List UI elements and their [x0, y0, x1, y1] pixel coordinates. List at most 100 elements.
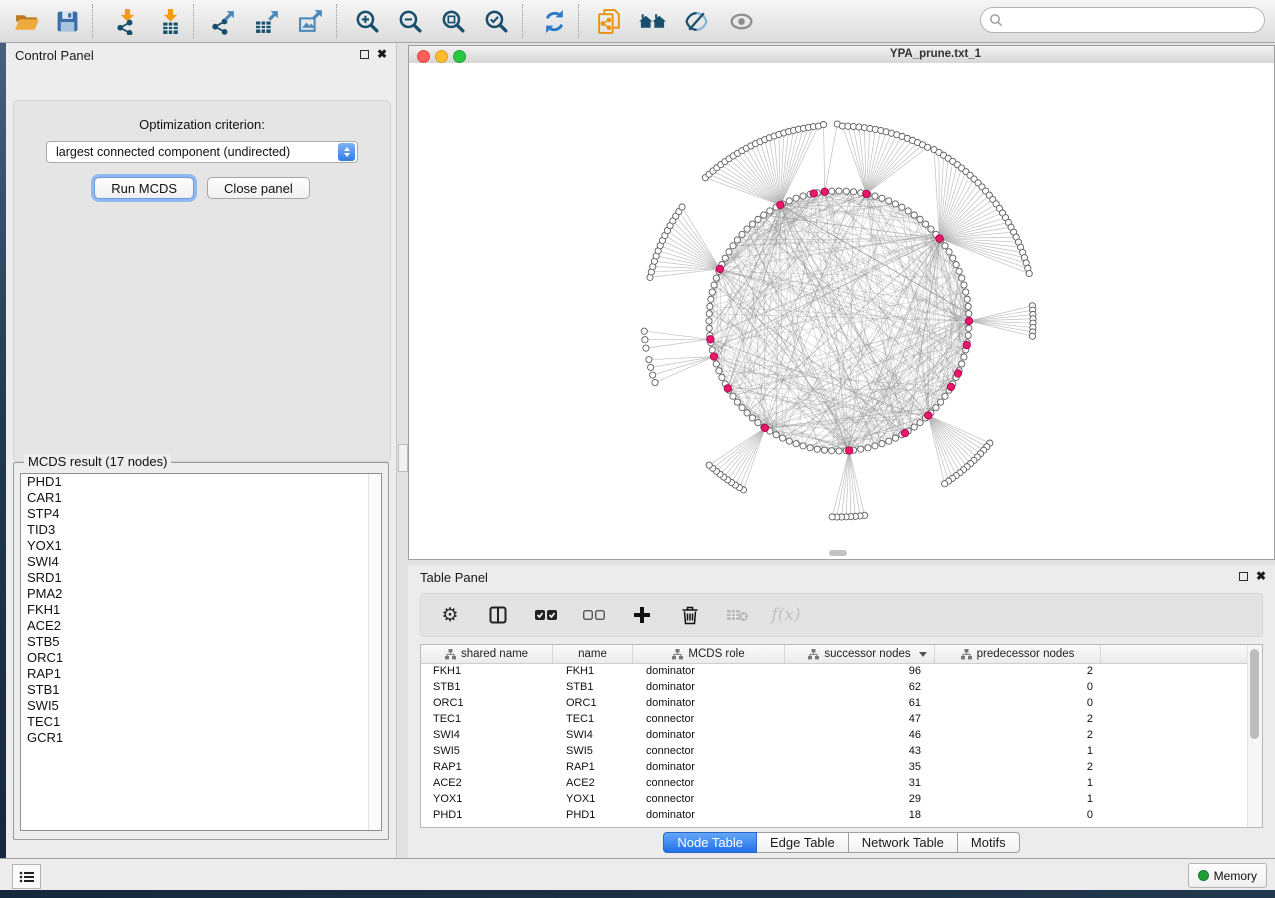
network-leaf-node[interactable] [1026, 270, 1032, 276]
network-node[interactable] [807, 445, 813, 451]
mcds-result-item[interactable]: TID3 [21, 522, 381, 538]
eye-icon[interactable] [726, 6, 756, 36]
network-node[interactable] [708, 296, 714, 302]
network-node[interactable] [879, 441, 885, 447]
mcds-node[interactable] [936, 235, 943, 242]
network-node[interactable] [942, 393, 948, 399]
column-layout-icon[interactable] [485, 602, 511, 628]
network-node[interactable] [843, 188, 849, 194]
table-row[interactable]: PHD1PHD1dominator180 [421, 807, 1248, 823]
optimization-dropdown[interactable]: largest connected component (undirected) [46, 141, 358, 163]
network-leaf-node[interactable] [642, 337, 648, 343]
mcds-result-item[interactable]: GCR1 [21, 730, 381, 746]
network-node[interactable] [956, 268, 962, 274]
mcds-node[interactable] [963, 341, 970, 348]
network-node[interactable] [706, 311, 712, 317]
network-node[interactable] [726, 249, 732, 255]
close-traffic-light[interactable] [417, 50, 430, 63]
float-icon[interactable] [1239, 572, 1248, 581]
network-node[interactable] [917, 420, 923, 426]
network-node[interactable] [923, 221, 929, 227]
mcds-node[interactable] [716, 265, 723, 272]
table-row[interactable]: TEC1TEC1connector472 [421, 711, 1248, 727]
network-node[interactable] [716, 368, 722, 374]
table-scrollbar[interactable] [1247, 645, 1262, 827]
network-node[interactable] [734, 399, 740, 405]
network-node[interactable] [886, 198, 892, 204]
save-icon[interactable] [52, 6, 82, 36]
mcds-result-item[interactable]: PHD1 [21, 474, 381, 490]
table-row[interactable]: STB1STB1dominator620 [421, 679, 1248, 695]
network-node[interactable] [911, 424, 917, 430]
network-node[interactable] [963, 289, 969, 295]
network-node[interactable] [946, 249, 952, 255]
tab-network-table[interactable]: Network Table [849, 832, 958, 853]
network-node[interactable] [744, 410, 750, 416]
network-node[interactable] [706, 325, 712, 331]
network-leaf-node[interactable] [1029, 333, 1035, 339]
mcds-result-item[interactable]: CAR1 [21, 490, 381, 506]
mcds-node[interactable] [954, 370, 961, 377]
network-node[interactable] [942, 243, 948, 249]
table-row[interactable]: FKH1FKH1dominator962 [421, 663, 1248, 679]
network-node[interactable] [928, 226, 934, 232]
network-leaf-node[interactable] [648, 364, 654, 370]
network-node[interactable] [800, 193, 806, 199]
network-leaf-node[interactable] [829, 514, 835, 520]
network-node[interactable] [709, 347, 715, 353]
mcds-result-item[interactable]: ORC1 [21, 650, 381, 666]
mcds-result-item[interactable]: TEC1 [21, 714, 381, 730]
panel-selector-button[interactable] [12, 864, 41, 889]
network-canvas[interactable] [409, 63, 1274, 559]
close-icon[interactable]: ✖ [377, 47, 387, 61]
mcds-node[interactable] [965, 317, 972, 324]
export-image-icon[interactable] [296, 6, 326, 36]
table-row[interactable]: ACE2ACE2connector311 [421, 775, 1248, 791]
network-node[interactable] [711, 282, 717, 288]
mcds-result-item[interactable]: STP4 [21, 506, 381, 522]
table-row[interactable]: SWI4SWI4dominator462 [421, 727, 1248, 743]
network-node[interactable] [749, 415, 755, 421]
network-node[interactable] [964, 296, 970, 302]
add-row-icon[interactable] [629, 602, 655, 628]
close-panel-button[interactable]: Close panel [207, 177, 310, 199]
network-window-titlebar[interactable]: YPA_prune.txt_1 [409, 46, 1274, 64]
tab-node-table[interactable]: Node Table [663, 832, 757, 853]
network-node[interactable] [739, 231, 745, 237]
network-node[interactable] [734, 237, 740, 243]
maximize-traffic-light[interactable] [453, 50, 466, 63]
column-header-predecessor-nodes[interactable]: predecessor nodes [935, 645, 1101, 663]
network-node[interactable] [959, 361, 965, 367]
network-node[interactable] [879, 195, 885, 201]
network-node[interactable] [713, 275, 719, 281]
run-mcds-button[interactable]: Run MCDS [94, 177, 194, 199]
network-node[interactable] [744, 226, 750, 232]
network-node[interactable] [767, 208, 773, 214]
zoom-out-icon[interactable] [395, 6, 425, 36]
network-node[interactable] [836, 448, 842, 454]
network-node[interactable] [739, 405, 745, 411]
network-node[interactable] [892, 435, 898, 441]
tab-edge-table[interactable]: Edge Table [757, 832, 849, 853]
network-hscrollbar[interactable] [829, 550, 847, 556]
network-node[interactable] [933, 405, 939, 411]
network-node[interactable] [966, 325, 972, 331]
hide-annotations-icon[interactable] [681, 6, 711, 36]
mcds-node[interactable] [724, 385, 731, 392]
network-node[interactable] [730, 393, 736, 399]
table-row[interactable]: RAP1RAP1dominator352 [421, 759, 1248, 775]
network-node[interactable] [829, 448, 835, 454]
network-node[interactable] [961, 282, 967, 288]
network-node[interactable] [800, 443, 806, 449]
network-graph[interactable] [409, 63, 1274, 559]
mcds-node[interactable] [947, 383, 954, 390]
tab-motifs[interactable]: Motifs [958, 832, 1020, 853]
network-node[interactable] [709, 289, 715, 295]
network-leaf-node[interactable] [679, 204, 685, 210]
network-node[interactable] [786, 438, 792, 444]
table-row[interactable]: ORC1ORC1dominator610 [421, 695, 1248, 711]
network-node[interactable] [730, 243, 736, 249]
network-leaf-node[interactable] [646, 357, 652, 363]
export-table-icon[interactable] [252, 6, 282, 36]
network-node[interactable] [719, 374, 725, 380]
